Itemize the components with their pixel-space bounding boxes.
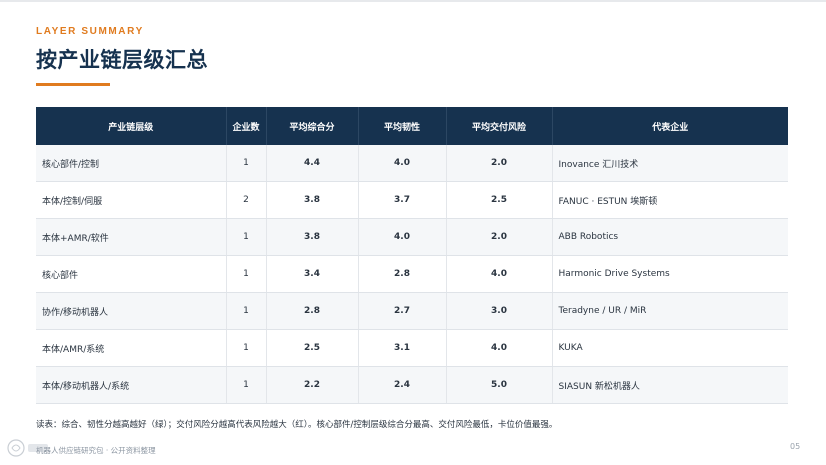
cell-composite: 2.8	[266, 292, 359, 330]
cell-companies: KUKA	[552, 329, 788, 367]
cell-count: 1	[226, 366, 267, 404]
reading-note: 读表：综合、韧性分越高越好（绿）；交付风险分越高代表风险越大（红）。核心部件/控…	[36, 420, 558, 430]
page-number: 05	[790, 442, 801, 451]
cell-layer: 本体/移动机器人/系统	[36, 366, 227, 404]
cell-count: 1	[226, 255, 267, 293]
page-title: 按产业链层级汇总	[36, 48, 208, 72]
table-row: 协作/移动机器人 1 2.8 2.7 3.0 Teradyne / UR / M…	[36, 292, 788, 330]
cell-count: 1	[226, 292, 267, 330]
column-header-composite: 平均综合分	[266, 107, 359, 145]
cell-count: 1	[226, 218, 267, 256]
cell-resilience: 4.0	[358, 145, 447, 182]
table-row: 本体/移动机器人/系统 1 2.2 2.4 5.0 SIASUN 新松机器人	[36, 366, 788, 404]
column-header-resilience: 平均韧性	[358, 107, 447, 145]
column-header-count: 企业数	[226, 107, 267, 145]
cell-resilience: 4.0	[358, 218, 447, 256]
cell-composite: 3.8	[266, 218, 359, 256]
cell-composite: 3.4	[266, 255, 359, 293]
cell-companies: SIASUN 新松机器人	[552, 366, 788, 404]
top-rule	[0, 0, 826, 2]
cell-resilience: 2.7	[358, 292, 447, 330]
table-header-row: 产业链层级 企业数 平均综合分 平均韧性 平均交付风险 代表企业	[36, 107, 788, 145]
cell-layer: 核心部件	[36, 255, 227, 293]
layer-summary-table: 产业链层级 企业数 平均综合分 平均韧性 平均交付风险 代表企业 核心部件/控制…	[36, 107, 788, 404]
cell-count: 1	[226, 329, 267, 367]
footer-source: 机器人供应链研究包 · 公开资料整理	[36, 446, 156, 455]
cell-delivery-risk: 4.0	[446, 329, 553, 367]
cell-count: 2	[226, 181, 267, 219]
section-eyebrow: LAYER SUMMARY	[36, 26, 144, 37]
cell-resilience: 3.7	[358, 181, 447, 219]
table-row: 核心部件 1 3.4 2.8 4.0 Harmonic Drive System…	[36, 255, 788, 293]
column-header-companies: 代表企业	[552, 107, 788, 145]
cell-delivery-risk: 4.0	[446, 255, 553, 293]
cell-layer: 本体+AMR/软件	[36, 218, 227, 256]
cell-companies: Harmonic Drive Systems	[552, 255, 788, 293]
cell-resilience: 2.8	[358, 255, 447, 293]
cell-layer: 协作/移动机器人	[36, 292, 227, 330]
cell-delivery-risk: 2.5	[446, 181, 553, 219]
table-row: 本体+AMR/软件 1 3.8 4.0 2.0 ABB Robotics	[36, 218, 788, 256]
cell-composite: 3.8	[266, 181, 359, 219]
column-header-delivery-risk: 平均交付风险	[446, 107, 553, 145]
cell-delivery-risk: 5.0	[446, 366, 553, 404]
cell-companies: FANUC · ESTUN 埃斯顿	[552, 181, 788, 219]
table-row: 本体/AMR/系统 1 2.5 3.1 4.0 KUKA	[36, 329, 788, 367]
cell-composite: 2.5	[266, 329, 359, 367]
cell-delivery-risk: 2.0	[446, 218, 553, 256]
table-row: 核心部件/控制 1 4.4 4.0 2.0 Inovance 汇川技术	[36, 145, 788, 182]
cell-delivery-risk: 3.0	[446, 292, 553, 330]
cell-companies: ABB Robotics	[552, 218, 788, 256]
cell-composite: 4.4	[266, 145, 359, 182]
cell-layer: 核心部件/控制	[36, 145, 227, 182]
title-accent-bar	[36, 83, 110, 86]
cell-resilience: 2.4	[358, 366, 447, 404]
cell-composite: 2.2	[266, 366, 359, 404]
cell-delivery-risk: 2.0	[446, 145, 553, 182]
cell-layer: 本体/控制/伺服	[36, 181, 227, 219]
cell-layer: 本体/AMR/系统	[36, 329, 227, 367]
cell-resilience: 3.1	[358, 329, 447, 367]
cell-companies: Teradyne / UR / MiR	[552, 292, 788, 330]
table-row: 本体/控制/伺服 2 3.8 3.7 2.5 FANUC · ESTUN 埃斯顿	[36, 181, 788, 219]
cell-count: 1	[226, 145, 267, 182]
cell-companies: Inovance 汇川技术	[552, 145, 788, 182]
column-header-layer: 产业链层级	[36, 107, 227, 145]
